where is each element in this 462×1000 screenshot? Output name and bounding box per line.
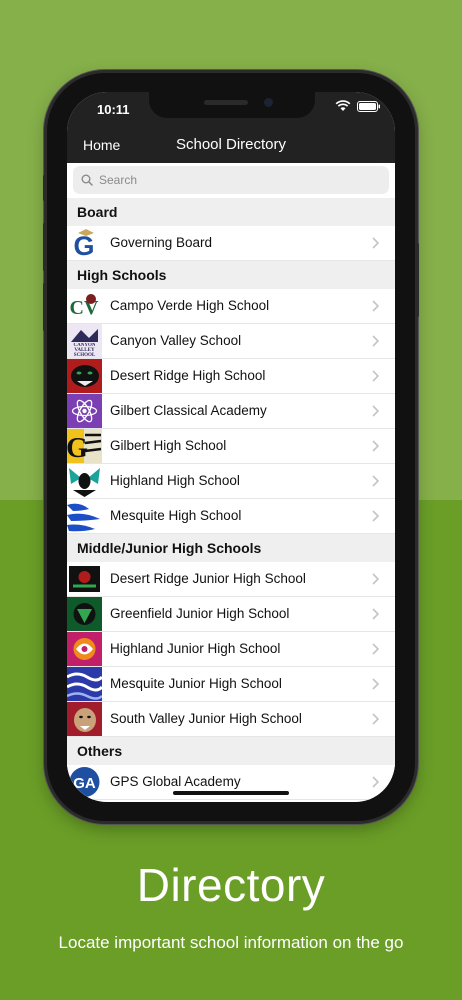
chevron-right-icon: [372, 405, 379, 417]
volume-down-button: [43, 283, 46, 331]
section-header-junior-high: Middle/Junior High Schools: [67, 534, 395, 562]
navigation-bar: 10:11 Home School Directory: [67, 92, 395, 163]
list-item-label: South Valley Junior High School: [110, 711, 302, 726]
chevron-right-icon: [372, 678, 379, 690]
list-item-campo-verde[interactable]: CV Campo Verde High School: [67, 289, 395, 324]
south-valley-cougar-logo: [67, 702, 102, 736]
volume-up-button: [43, 223, 46, 271]
list-item-label: Highland High School: [110, 473, 240, 488]
list-item-desert-ridge-high[interactable]: Desert Ridge High School: [67, 359, 395, 394]
highland-junior-logo: [67, 632, 102, 666]
search-input[interactable]: [99, 166, 379, 194]
school-list: Board G Governing Board High Schools CV: [67, 198, 395, 800]
mesquite-junior-logo: [67, 667, 102, 701]
section-header-others: Others: [67, 737, 395, 765]
gilbert-tiger-logo: G: [67, 429, 102, 463]
list-item-desert-ridge-junior[interactable]: Desert Ridge Junior High School: [67, 562, 395, 597]
list-item-label: Desert Ridge Junior High School: [110, 571, 306, 586]
chevron-right-icon: [372, 713, 379, 725]
list-item-canyon-valley[interactable]: CANYON VALLEY SCHOOL Canyon Valley Schoo…: [67, 324, 395, 359]
chevron-right-icon: [372, 475, 379, 487]
chevron-right-icon: [372, 510, 379, 522]
chevron-right-icon: [372, 370, 379, 382]
chevron-right-icon: [372, 776, 379, 788]
search-bar[interactable]: [73, 166, 389, 194]
battery-icon: [357, 100, 380, 112]
svg-text:GA: GA: [73, 775, 96, 792]
list-item-mesquite-high[interactable]: Mesquite High School: [67, 499, 395, 534]
greenfield-junior-logo: [67, 597, 102, 631]
front-camera: [264, 98, 273, 107]
list-item-label: Campo Verde High School: [110, 298, 270, 313]
chevron-right-icon: [372, 335, 379, 347]
chevron-right-icon: [372, 440, 379, 452]
svg-text:G: G: [67, 433, 88, 463]
chevron-right-icon: [372, 643, 379, 655]
status-time: 10:11: [97, 102, 130, 117]
list-item-south-valley-junior[interactable]: South Valley Junior High School: [67, 702, 395, 737]
page-title: School Directory: [175, 136, 287, 153]
chevron-right-icon: [372, 300, 379, 312]
highland-hawk-logo: [67, 464, 102, 498]
speaker-grille: [204, 100, 248, 105]
power-button: [416, 243, 419, 317]
chevron-right-icon: [372, 573, 379, 585]
chevron-right-icon: [372, 608, 379, 620]
list-item-gilbert-classical[interactable]: Gilbert Classical Academy: [67, 394, 395, 429]
promo-tagline: Locate important school information on t…: [58, 933, 404, 952]
app-screen: 10:11 Home School Directory Board: [67, 92, 395, 802]
gilbert-classical-atom-logo: [67, 394, 102, 428]
campo-verde-logo: CV: [67, 289, 102, 323]
list-item-governing-board[interactable]: G Governing Board: [67, 226, 395, 261]
list-item-label: Gilbert High School: [110, 438, 227, 453]
home-indicator[interactable]: [173, 791, 289, 795]
governing-board-logo: G: [67, 226, 102, 260]
global-academy-logo: GA: [67, 765, 102, 799]
list-item-label: Governing Board: [110, 235, 213, 250]
mesquite-wildcat-logo: [67, 499, 102, 533]
mute-switch: [43, 175, 46, 201]
canyon-valley-logo: CANYON VALLEY SCHOOL: [67, 324, 102, 358]
list-item-label: Greenfield Junior High School: [110, 606, 290, 621]
list-item-greenfield-junior[interactable]: Greenfield Junior High School: [67, 597, 395, 632]
list-item-label: Gilbert Classical Academy: [110, 403, 267, 418]
promo-headline: Directory: [136, 859, 326, 911]
notch: [149, 92, 315, 118]
list-item-label: Mesquite High School: [110, 508, 242, 523]
list-item-highland-high[interactable]: Highland High School: [67, 464, 395, 499]
list-item-label: Desert Ridge High School: [110, 368, 266, 383]
section-header-high-schools: High Schools: [67, 261, 395, 289]
desert-ridge-jaguar-logo: [67, 359, 102, 393]
status-icons: [335, 100, 381, 112]
svg-text:G: G: [73, 231, 94, 260]
list-item-mesquite-junior[interactable]: Mesquite Junior High School: [67, 667, 395, 702]
list-item-highland-junior[interactable]: Highland Junior High School: [67, 632, 395, 667]
list-item-gilbert-high[interactable]: G Gilbert High School: [67, 429, 395, 464]
list-item-label: Canyon Valley School: [110, 333, 242, 348]
search-icon: [81, 174, 93, 186]
list-item-label: Mesquite Junior High School: [110, 676, 282, 691]
desert-ridge-junior-logo: [67, 562, 102, 596]
section-header-board: Board: [67, 198, 395, 226]
wifi-icon: [335, 100, 351, 111]
list-item-label: Highland Junior High School: [110, 641, 281, 656]
chevron-right-icon: [372, 237, 379, 249]
